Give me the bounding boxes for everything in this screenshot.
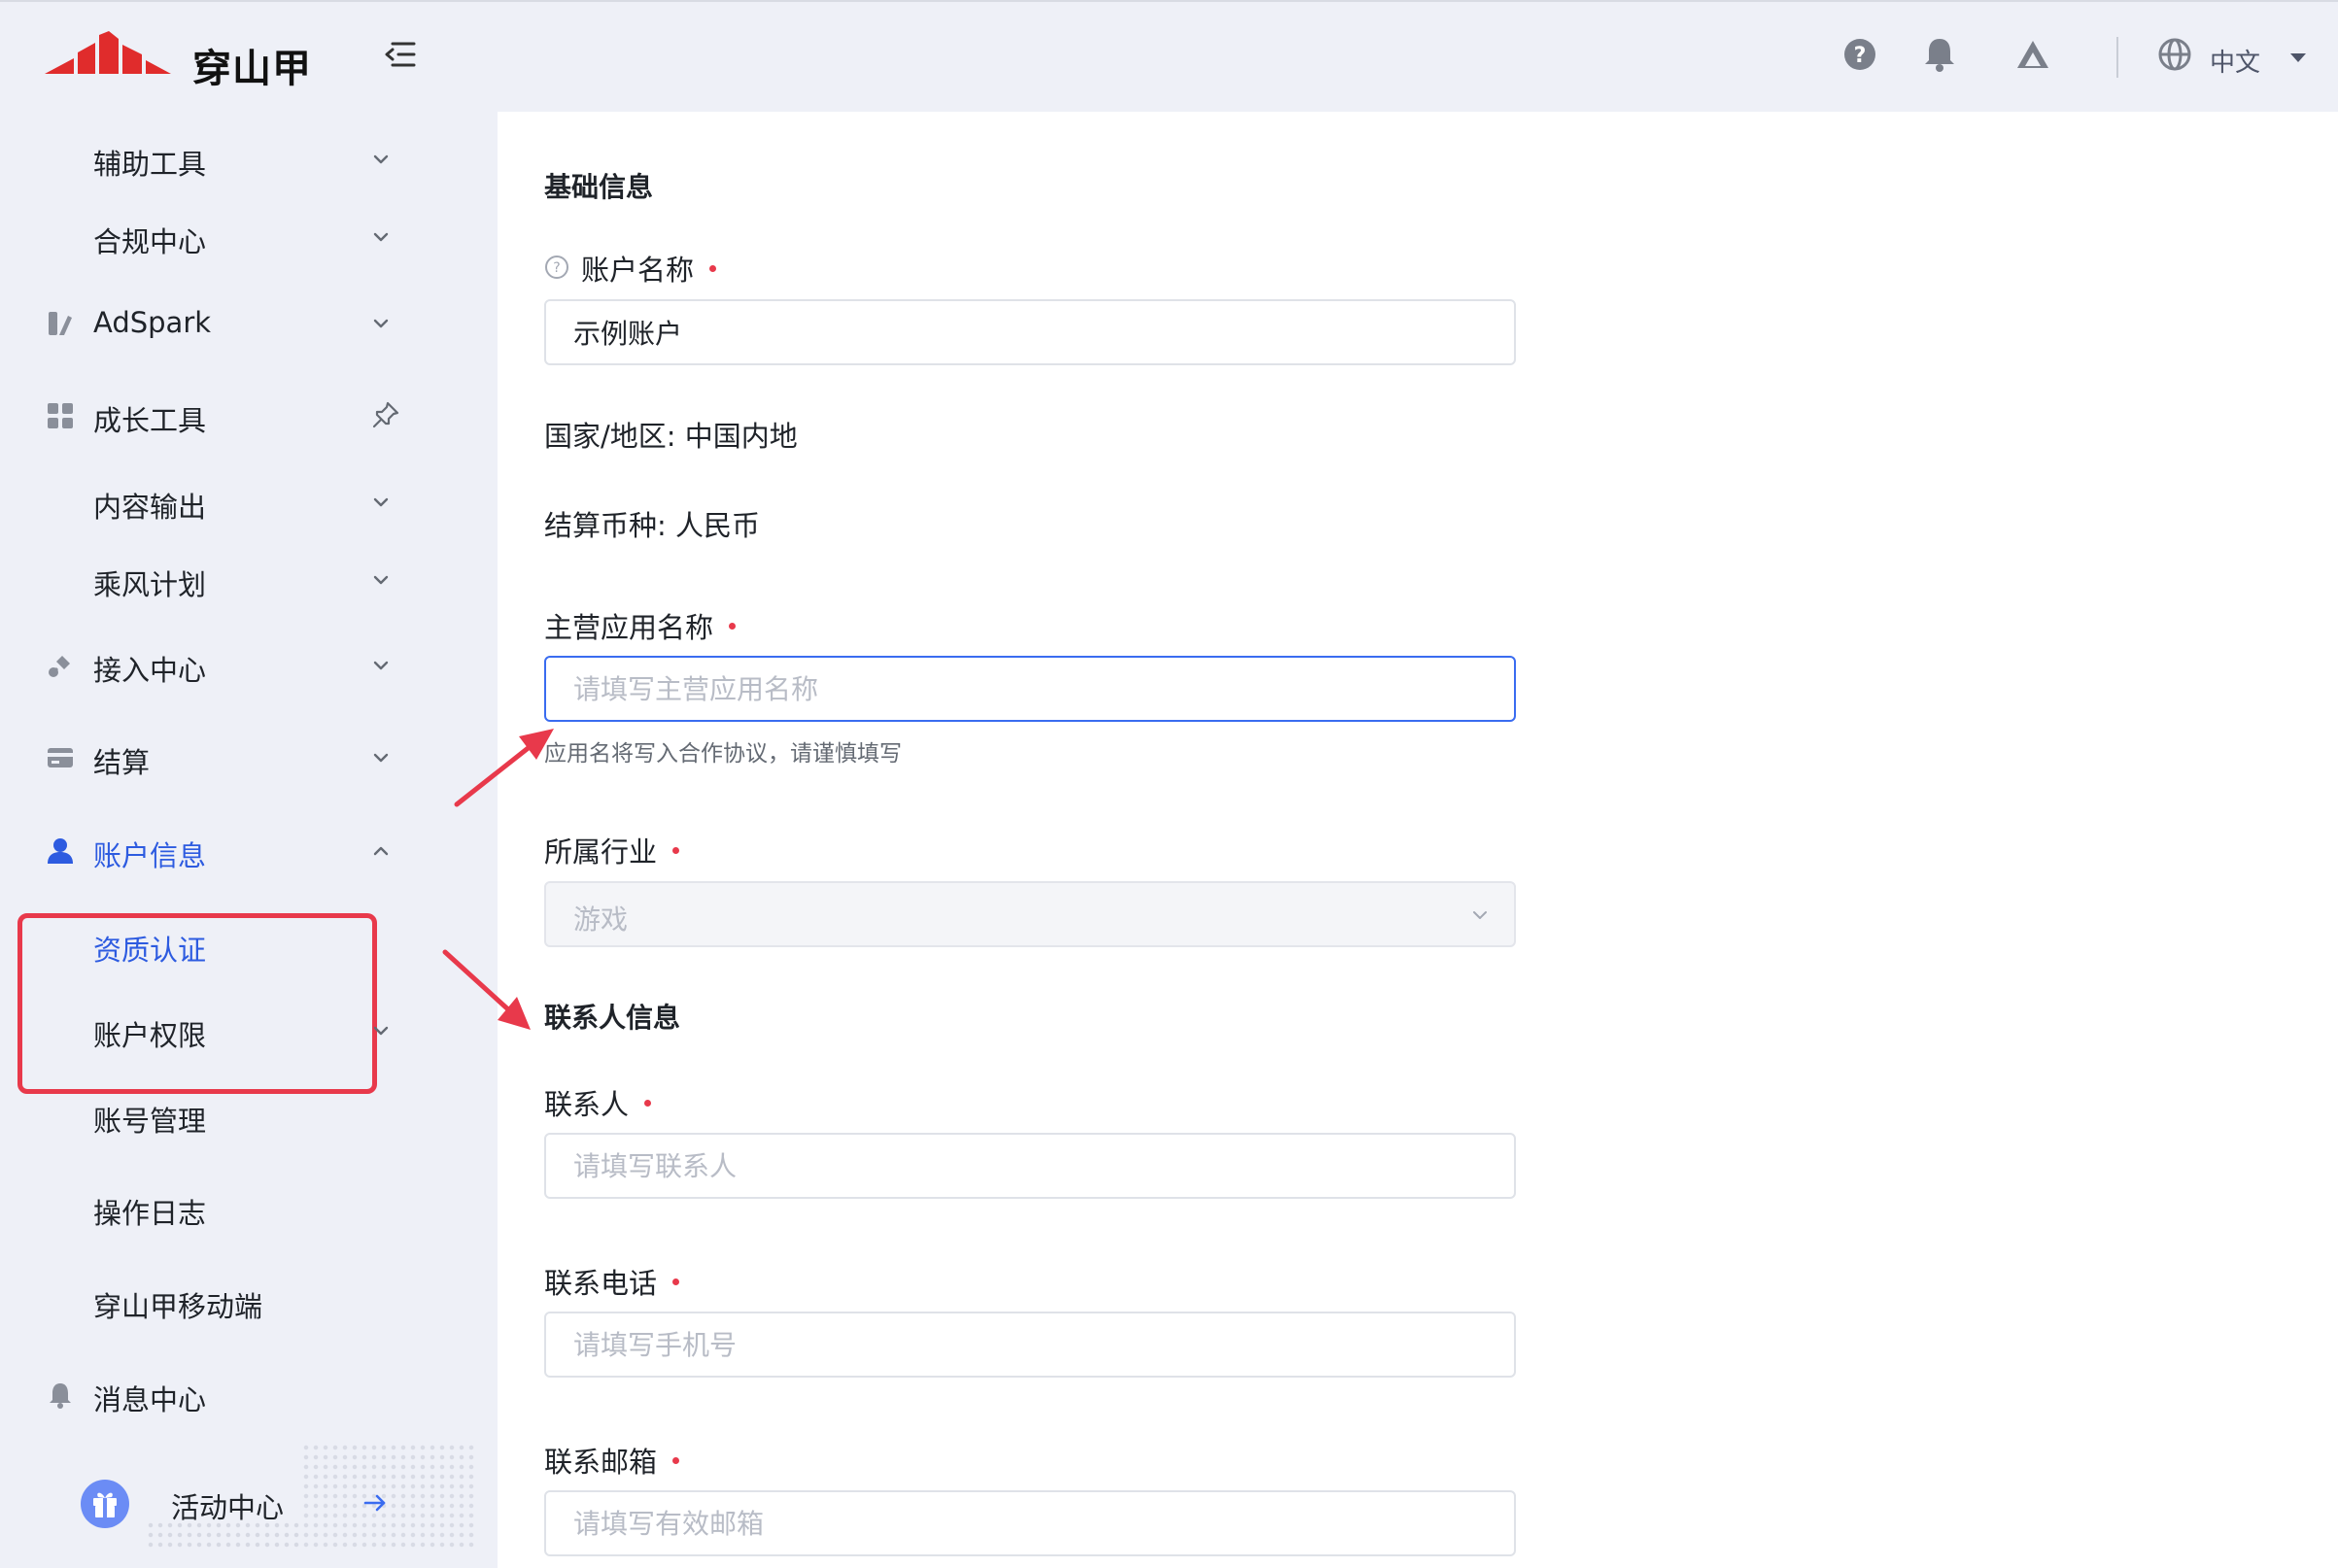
activity-center-row[interactable]: 活动中心 [58, 1443, 418, 1530]
chevron-down-icon [373, 661, 389, 670]
sidebar-item-messages[interactable]: 消息中心 [0, 1360, 428, 1428]
app-name-hint: 应用名将写入合作协议，请谨慎填写 [544, 741, 902, 767]
sidebar-item-account-info[interactable]: 账户信息 [0, 816, 428, 884]
top-header: 穿山甲 ? 中文 [0, 0, 2338, 112]
sidebar-item-mobile[interactable]: 穿山甲移动端 [0, 1267, 428, 1335]
account-name-label-text: 账户名称 [581, 254, 695, 287]
question-circle-icon[interactable]: ? [544, 255, 569, 280]
phone-label: 联系电话 [544, 1261, 680, 1302]
section-title-contact: 联系人信息 [544, 1002, 681, 1034]
industry-select-value: 游戏 [573, 903, 629, 936]
required-marker [729, 622, 737, 630]
sidebar-item-label: 内容输出 [93, 491, 207, 524]
help-icon[interactable]: ? [1839, 33, 1881, 76]
chevron-down-icon [373, 753, 389, 763]
app-name-label: 主营应用名称 [544, 605, 737, 646]
header-divider [2116, 37, 2118, 78]
sidebar-item-label: 辅助工具 [93, 148, 207, 181]
industry-label: 所属行业 [544, 830, 680, 870]
chevron-down-icon [373, 497, 389, 507]
contact-label: 联系人 [544, 1082, 652, 1123]
sidebar-item-adspark[interactable]: AdSpark [0, 289, 428, 357]
brand-logo[interactable]: 穿山甲 [45, 31, 311, 91]
sidebar-item-tools[interactable]: 辅助工具 [0, 124, 428, 192]
sidebar-item-label: 成长工具 [93, 404, 207, 437]
app-name-input[interactable] [544, 656, 1516, 722]
industry-select[interactable]: 游戏 [544, 881, 1516, 947]
gift-icon [81, 1480, 129, 1528]
country-region-text: 国家/地区: 中国内地 [544, 420, 798, 453]
arrow-right-icon [363, 1494, 386, 1512]
sidebar-item-label: 账号管理 [93, 1105, 207, 1138]
sidebar-item-label: 消息中心 [93, 1383, 207, 1416]
contact-label-text: 联系人 [544, 1088, 630, 1121]
grid-icon [48, 403, 73, 428]
notification-bell-icon[interactable] [1918, 33, 1961, 76]
sidebar-item-label: 结算 [93, 746, 151, 779]
sidebar-item-compliance[interactable]: 合规中心 [0, 202, 428, 270]
sidebar-item-operation-log[interactable]: 操作日志 [0, 1174, 428, 1242]
sidebar-item-label: 穿山甲移动端 [93, 1290, 263, 1323]
sidebar-item-label: 合规中心 [93, 225, 207, 258]
sidebar-item-growth[interactable]: 成长工具 [0, 381, 428, 449]
language-label[interactable]: 中文 [2210, 43, 2260, 79]
chevron-up-icon [373, 846, 389, 856]
industry-label-text: 所属行业 [544, 835, 658, 869]
plug-icon [49, 656, 70, 677]
chevron-down-icon [373, 232, 389, 242]
required-marker [672, 1278, 680, 1285]
sidebar-item-permissions[interactable]: 账户权限 [0, 996, 428, 1064]
app-name-label-text: 主营应用名称 [544, 611, 714, 644]
sidebar-item-label: 账户权限 [93, 1019, 207, 1052]
globe-icon[interactable] [2153, 33, 2196, 76]
brand-name: 穿山甲 [192, 47, 312, 91]
sidebar-item-integration[interactable]: 接入中心 [0, 631, 428, 699]
sidebar-item-label: 账户信息 [93, 839, 207, 872]
sidebar-item-chengfeng[interactable]: 乘风计划 [0, 545, 428, 613]
account-name-input[interactable] [544, 299, 1516, 365]
sidebar-item-label: AdSpark [93, 306, 212, 339]
email-label: 联系邮箱 [544, 1440, 680, 1481]
required-marker [672, 1456, 680, 1464]
sidebar-item-label: 接入中心 [93, 654, 207, 687]
sidebar-item-label: 乘风计划 [93, 568, 207, 601]
chevron-down-icon [1473, 911, 1487, 919]
email-label-text: 联系邮箱 [544, 1446, 658, 1479]
svg-text:?: ? [553, 260, 560, 276]
pin-icon[interactable] [369, 398, 402, 431]
caret-down-icon[interactable] [2287, 47, 2309, 68]
activity-center-label: 活动中心 [171, 1491, 285, 1524]
sidebar-item-label: 操作日志 [93, 1197, 207, 1230]
adspark-icon [49, 312, 72, 335]
account-name-label: 账户名称 [581, 248, 717, 289]
sidebar-item-content[interactable]: 内容输出 [0, 467, 428, 535]
chevron-down-icon [373, 319, 389, 328]
sidebar-item-account-management[interactable]: 账号管理 [0, 1081, 428, 1149]
chevron-down-icon [373, 575, 389, 585]
email-input[interactable] [544, 1490, 1516, 1556]
contact-input[interactable] [544, 1133, 1516, 1199]
required-marker [644, 1099, 652, 1107]
collapse-menu-icon[interactable] [381, 35, 420, 74]
bell-icon [50, 1383, 71, 1409]
section-title-basic: 基础信息 [544, 171, 654, 203]
phone-input[interactable] [544, 1312, 1516, 1378]
chevron-down-icon [373, 1026, 389, 1036]
app-switch-icon[interactable] [2011, 33, 2054, 76]
required-marker [709, 264, 717, 272]
app-root: 穿山甲 ? 中文 辅助工具 合规中心 AdSpark 成长工具 内容输出 乘风计… [0, 0, 2338, 1568]
currency-text: 结算币种: 人民币 [544, 509, 760, 542]
activity-center-card[interactable]: 活动中心 [58, 1443, 476, 1550]
user-icon [48, 838, 73, 864]
card-icon [48, 748, 73, 767]
chevron-down-icon [373, 154, 389, 164]
required-marker [672, 846, 680, 854]
sidebar-item-settlement[interactable]: 结算 [0, 723, 428, 791]
svg-text:?: ? [1854, 44, 1867, 68]
logo-mark-icon [45, 31, 171, 74]
sidebar: 辅助工具 合规中心 AdSpark 成长工具 内容输出 乘风计划 接入中心 结算… [0, 112, 496, 1568]
main-content: 基础信息 ? 账户名称 国家/地区: 中国内地 结算币种: 人民币 主营应用名称… [498, 112, 2338, 1568]
phone-label-text: 联系电话 [544, 1267, 658, 1300]
